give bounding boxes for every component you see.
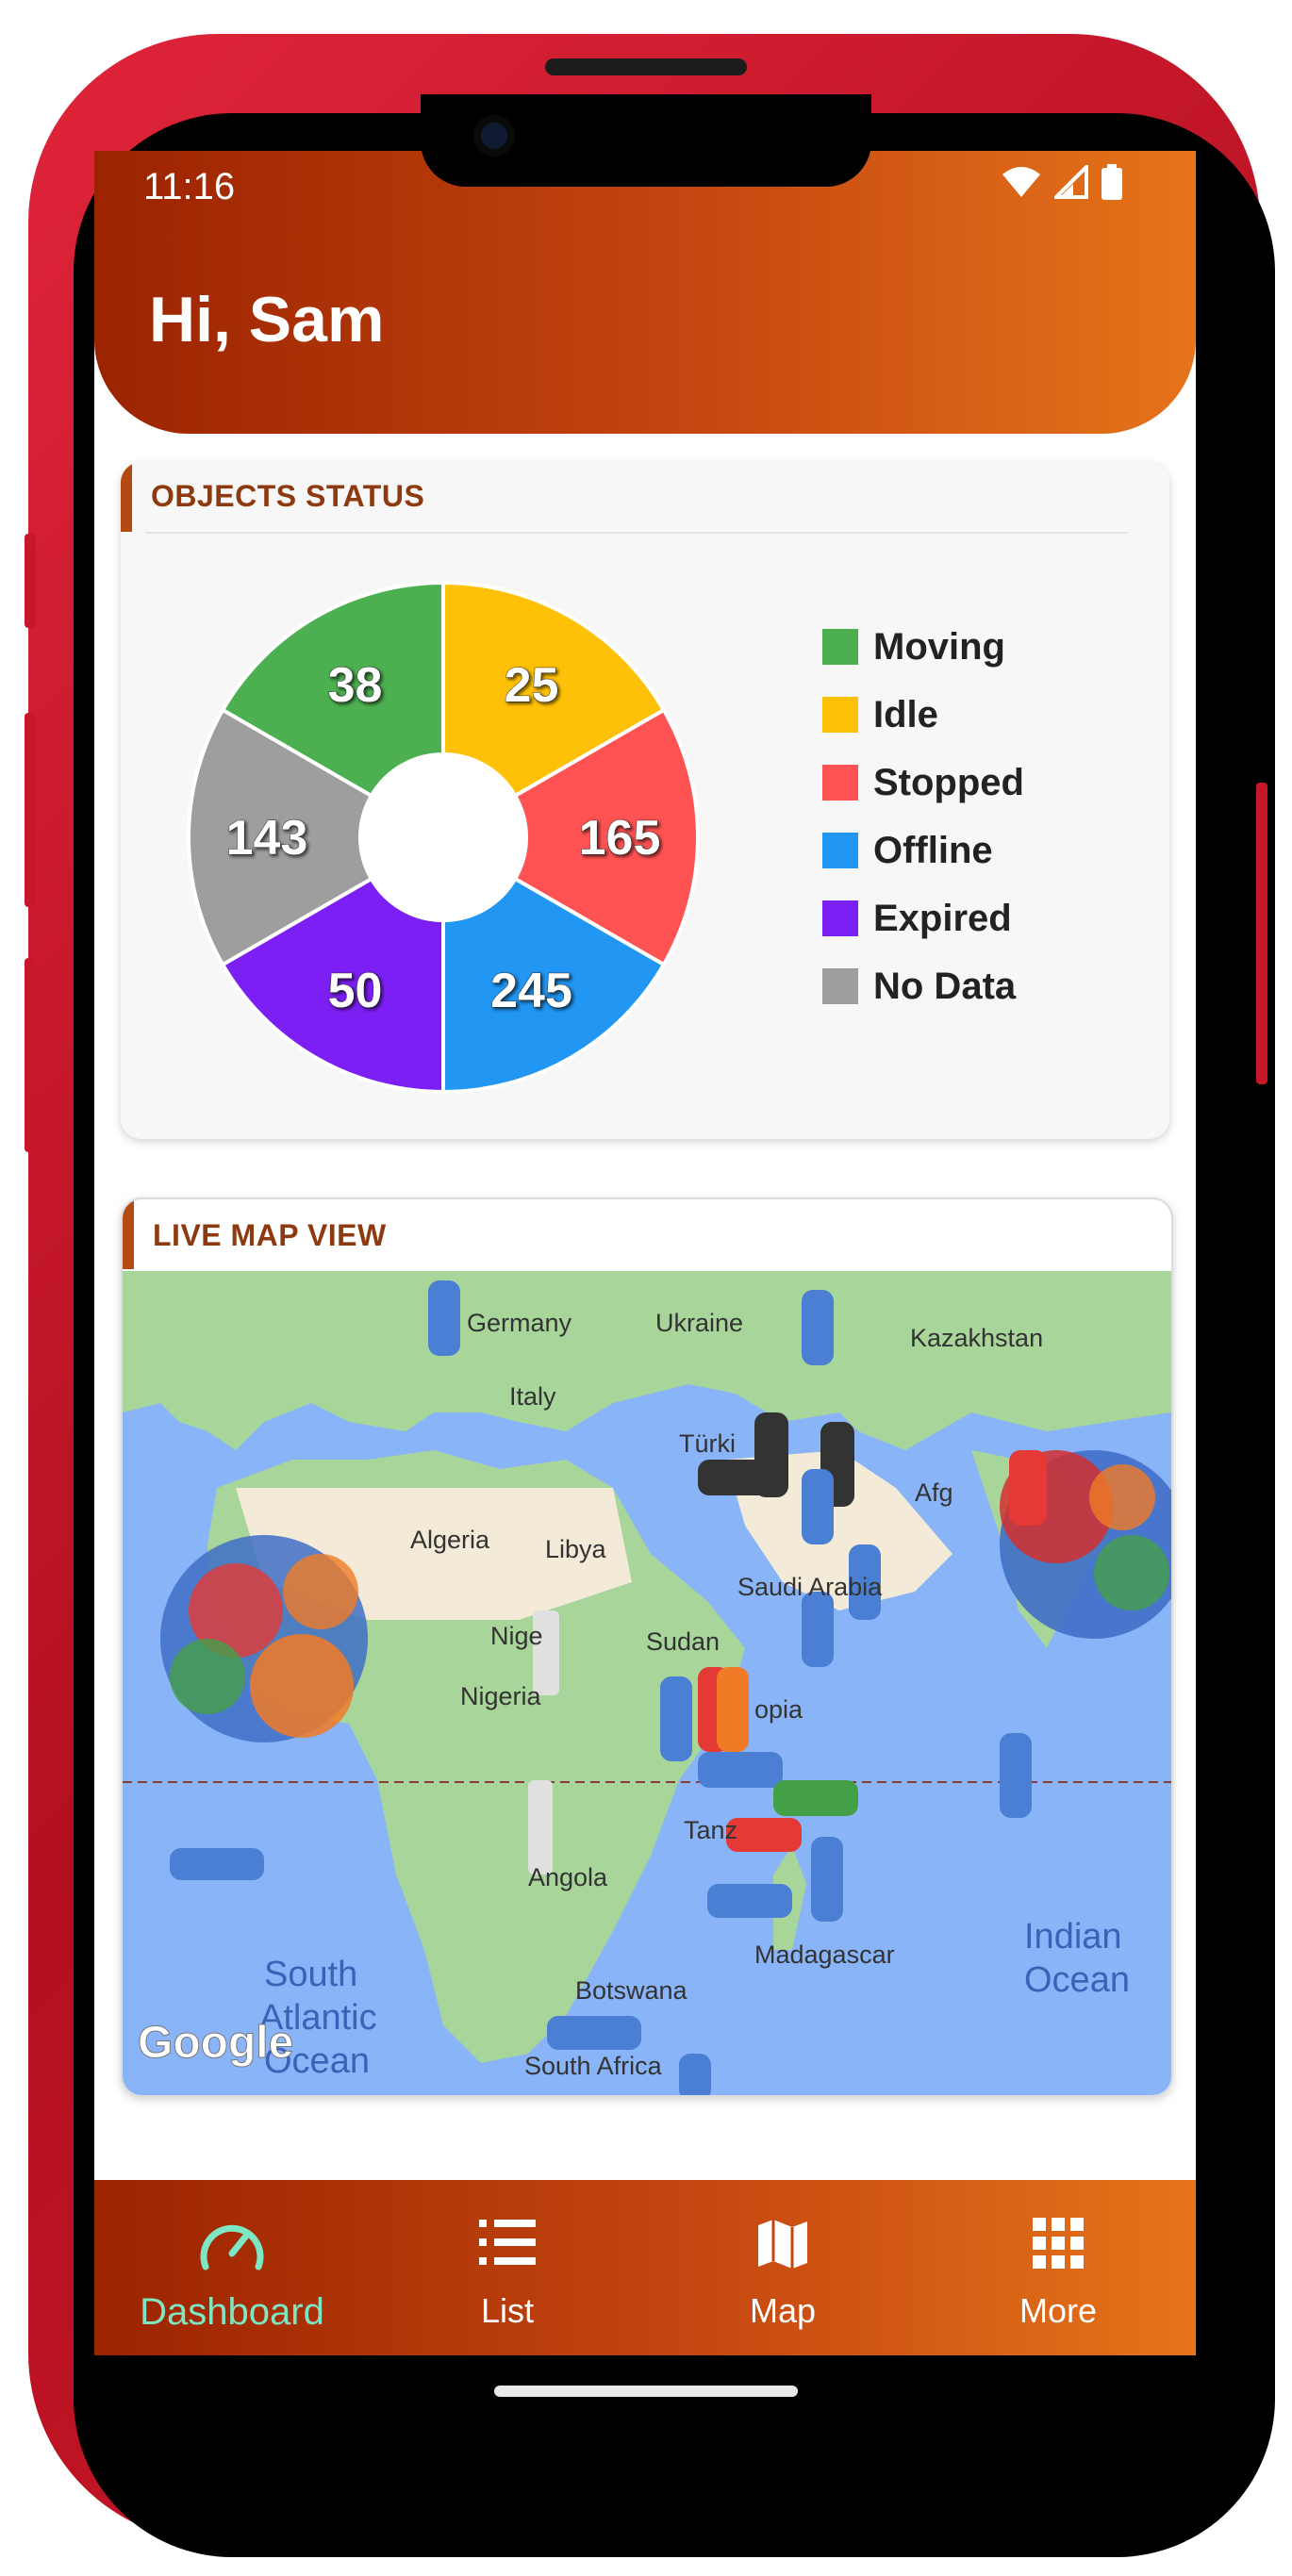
pie-center-hole: [360, 754, 526, 920]
legend-item-idle[interactable]: Idle: [822, 681, 1024, 749]
legend-item-no-data[interactable]: No Data: [822, 952, 1024, 1020]
legend-swatch-expired: [822, 900, 858, 936]
map-label-niger: Nige: [490, 1622, 543, 1650]
phone-volume-up: [25, 713, 36, 907]
grid-icon: [1033, 2218, 1084, 2269]
pie-value-no-data: 143: [226, 811, 308, 866]
speedometer-icon: [200, 2224, 264, 2271]
vehicle-cluster-west-africa[interactable]: [160, 1535, 368, 1742]
live-map-card: LIVE MAP VIEW Germany Ukraine Kazakhstan…: [121, 1197, 1173, 2097]
phone-mute-switch: [25, 534, 36, 628]
legend-swatch-no-data: [822, 968, 858, 1004]
bottom-nav: Dashboard List Map More: [94, 2180, 1196, 2355]
objects-status-card: OBJECTS STATUS 38 25 165 245 50 143 Moving Id…: [121, 462, 1169, 1139]
signal-icon: [1054, 165, 1088, 199]
map-label-turkiye: Türki: [679, 1429, 736, 1458]
legend-label-idle: Idle: [873, 693, 938, 735]
map-label-saudi-arabia: Saudi Arabia: [737, 1573, 883, 1601]
live-map-title: LIVE MAP VIEW: [153, 1218, 387, 1252]
legend-item-stopped[interactable]: Stopped: [822, 749, 1024, 817]
phone-notch: [421, 94, 871, 187]
nav-label-list: List: [480, 2291, 535, 2330]
legend-item-expired[interactable]: Expired: [822, 884, 1024, 952]
map-label-ukraine: Ukraine: [655, 1309, 743, 1337]
pie-value-offline: 245: [490, 964, 572, 1018]
legend-label-moving: Moving: [873, 625, 1005, 668]
map-label-nigeria: Nigeria: [460, 1682, 542, 1710]
card-accent-bar: [121, 462, 132, 532]
pie-value-idle: 25: [505, 658, 559, 713]
greeting-title: Hi, Sam: [149, 284, 385, 355]
legend-swatch-stopped: [822, 765, 858, 801]
nav-item-list[interactable]: List: [370, 2180, 645, 2355]
front-camera: [473, 115, 515, 157]
nav-item-more[interactable]: More: [920, 2180, 1196, 2355]
objects-status-title: OBJECTS STATUS: [151, 479, 425, 513]
map-label-angola: Angola: [528, 1863, 608, 1891]
nav-label-more: More: [1019, 2291, 1098, 2330]
nav-item-dashboard[interactable]: Dashboard: [94, 2180, 370, 2355]
card-accent-bar: [123, 1199, 134, 1269]
map-label-italy: Italy: [509, 1382, 556, 1411]
map-label-tanzania: Tanz: [684, 1816, 737, 1844]
map-icon: [758, 2220, 807, 2269]
google-logo: Google: [138, 2018, 293, 2068]
home-indicator[interactable]: [494, 2386, 798, 2397]
map-label-ocean-south: South: [264, 1955, 357, 1994]
legend-item-moving[interactable]: Moving: [822, 613, 1024, 681]
legend-item-offline[interactable]: Offline: [822, 817, 1024, 884]
status-legend: Moving Idle Stopped Offline Expired No D…: [822, 613, 1024, 1020]
status-time: 11:16: [143, 166, 236, 207]
nav-item-map[interactable]: Map: [645, 2180, 920, 2355]
legend-swatch-offline: [822, 833, 858, 868]
pie-value-stopped: 165: [579, 811, 661, 866]
legend-swatch-moving: [822, 629, 858, 665]
phone-speaker: [545, 58, 747, 75]
nav-label-map: Map: [749, 2291, 817, 2330]
app-screen: 11:16 Hi, Sam OBJECTS STATUS 38 25 165 245 5…: [94, 151, 1196, 2355]
map-label-south-africa: South Africa: [524, 2052, 663, 2080]
map-label-ocean-indian-2: Ocean: [1024, 1960, 1130, 2000]
legend-label-offline: Offline: [873, 829, 993, 871]
legend-label-stopped: Stopped: [873, 761, 1024, 803]
legend-label-expired: Expired: [873, 897, 1012, 939]
map-label-sudan: Sudan: [646, 1627, 720, 1656]
list-icon: [479, 2220, 536, 2265]
map-label-ethiopia: opia: [754, 1695, 803, 1724]
nav-label-dashboard: Dashboard: [140, 2291, 324, 2333]
card-divider: [145, 532, 1128, 534]
phone-volume-down: [25, 958, 36, 1152]
legend-label-no-data: No Data: [873, 965, 1017, 1007]
pie-value-expired: 50: [328, 964, 383, 1018]
app-header: 11:16 Hi, Sam: [94, 151, 1196, 434]
live-map[interactable]: Germany Ukraine Kazakhstan Italy Türki A…: [123, 1271, 1171, 2095]
legend-swatch-idle: [822, 697, 858, 733]
battery-icon: [1102, 164, 1122, 200]
wifi-icon: [1002, 167, 1040, 197]
map-label-botswana: Botswana: [575, 1976, 688, 2005]
status-icons: [1002, 164, 1122, 200]
phone-power-button: [1256, 783, 1267, 1084]
map-label-afghanistan: Afg: [915, 1478, 953, 1507]
map-label-madagascar: Madagascar: [754, 1940, 895, 1969]
map-label-ocean-indian: Indian: [1024, 1917, 1122, 1957]
map-label-kazakhstan: Kazakhstan: [910, 1324, 1043, 1352]
map-label-algeria: Algeria: [410, 1526, 490, 1554]
pie-value-moving: 38: [328, 658, 383, 713]
map-label-germany: Germany: [467, 1309, 572, 1337]
map-label-libya: Libya: [545, 1535, 607, 1563]
status-pie-chart[interactable]: 38 25 165 245 50 143: [179, 573, 707, 1101]
